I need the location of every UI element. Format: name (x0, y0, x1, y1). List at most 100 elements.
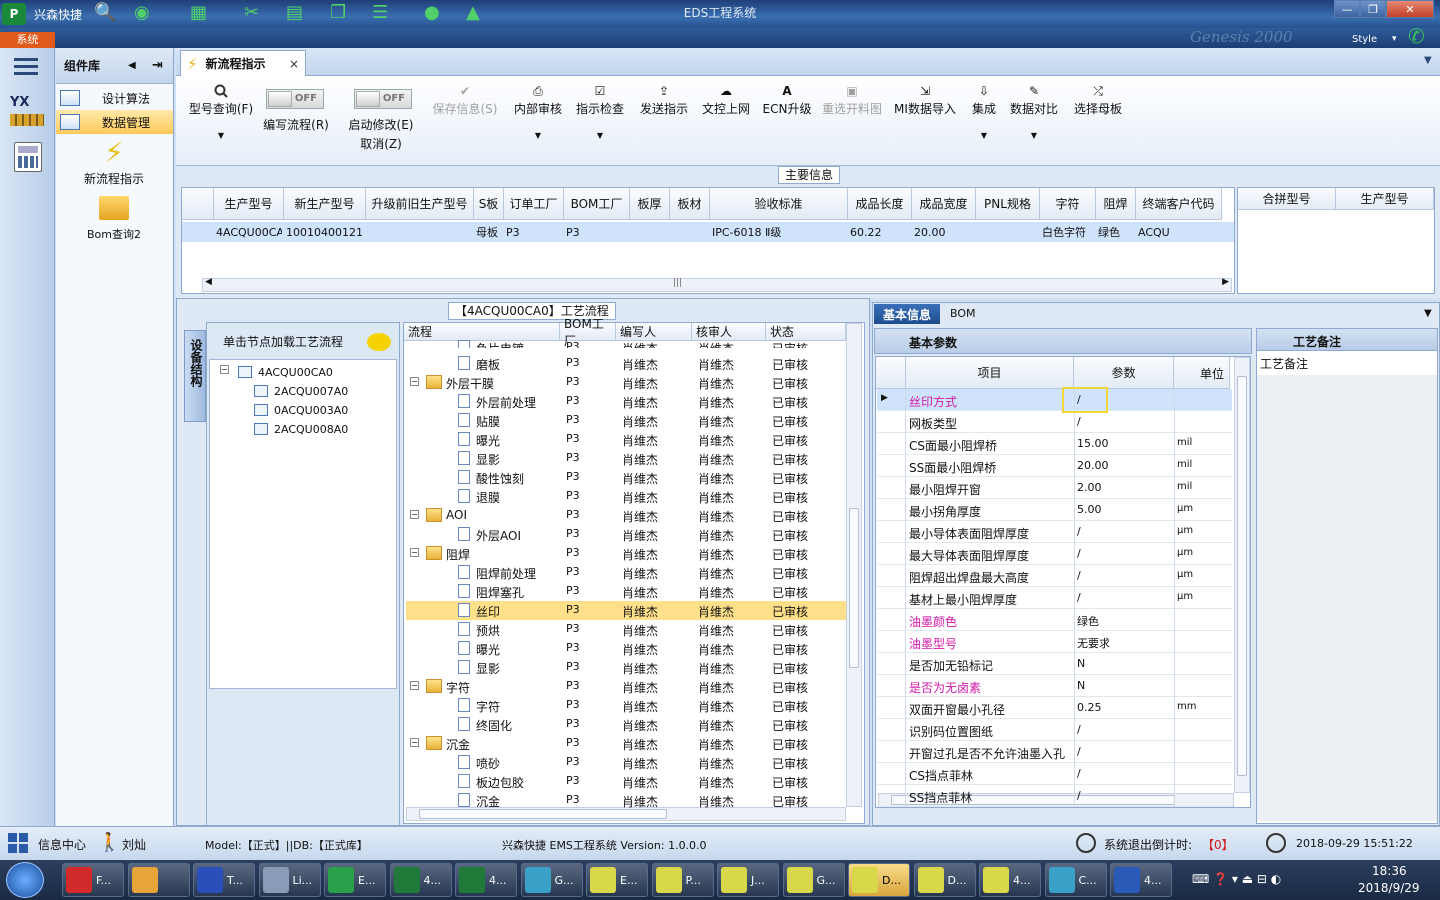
unit-column-header[interactable]: 单位 (1174, 357, 1230, 389)
process-row[interactable]: 终固化 P3 肖维杰 肖维杰 已审核 (406, 715, 846, 734)
param-row[interactable]: SS面最小阻焊桥 20.00 mil (877, 455, 1232, 477)
process-row[interactable]: 丝印 P3 肖维杰 肖维杰 已审核 (406, 601, 846, 620)
grid-cell[interactable]: 白色字符 (1042, 222, 1094, 242)
process-row[interactable]: 显影 P3 肖维杰 肖维杰 已审核 (406, 449, 846, 468)
param-value[interactable]: 无要求 (1077, 635, 1110, 651)
grid-cell[interactable] (632, 222, 668, 242)
tree-node[interactable]: 4ACQU00CA0 − (220, 363, 333, 381)
vertical-scrollbar[interactable] (846, 323, 862, 807)
process-row[interactable]: 阻焊前处理 P3 肖维杰 肖维杰 已审核 (406, 563, 846, 582)
process-row[interactable]: 酸性蚀刻 P3 肖维杰 肖维杰 已审核 (406, 468, 846, 487)
collapse-icon[interactable]: − (220, 365, 229, 374)
param-row[interactable]: 最小拐角厚度 5.00 μm (877, 499, 1232, 521)
param-value[interactable]: 2.00 (1077, 481, 1102, 494)
taskbar-app[interactable]: E... (586, 863, 648, 897)
grid-cell[interactable]: P3 (566, 222, 628, 242)
grid-cell[interactable]: 20.00 (914, 222, 974, 242)
column-header[interactable]: 阻焊 (1096, 188, 1136, 220)
process-row[interactable]: 磨板 P3 肖维杰 肖维杰 已审核 (406, 354, 846, 373)
tab-new-process[interactable]: ⚡ 新流程指示 × (180, 50, 306, 76)
pin-panel-icon[interactable]: ⇥ (152, 58, 163, 73)
grid-cell[interactable] (672, 222, 708, 242)
column-header[interactable]: 新生产型号 (284, 188, 366, 220)
instruction-check-button[interactable]: ☑ 指示检查 ▼ (574, 82, 626, 140)
param-value[interactable]: N (1077, 657, 1085, 670)
close-tab-icon[interactable]: × (289, 57, 299, 71)
taskbar-app[interactable]: D... (913, 863, 976, 897)
param-row[interactable]: SS挡点菲林 / (877, 785, 1232, 807)
param-value[interactable]: / (1077, 723, 1081, 736)
process-row[interactable]: − 字符 P3 肖维杰 肖维杰 已审核 (406, 677, 846, 696)
internal-review-button[interactable]: ⎙ 内部审核 ▼ (510, 82, 566, 141)
param-row[interactable]: CS挡点菲林 / (877, 763, 1232, 785)
tab-bom[interactable]: BOM (950, 307, 976, 320)
restore-button[interactable]: ❐ (1360, 0, 1386, 18)
param-value[interactable]: / (1077, 569, 1081, 582)
param-row[interactable]: 是否为无卤素 N (877, 675, 1232, 697)
taskbar-app[interactable]: P... (651, 863, 714, 897)
send-instruction-button[interactable]: ⇪ 发送指示 (636, 82, 692, 117)
column-header[interactable]: 板材 (670, 188, 710, 220)
params-dropdown-icon[interactable]: ▼ (1424, 308, 1432, 319)
process-row[interactable]: 外层AOI P3 肖维杰 肖维杰 已审核 (406, 525, 846, 544)
param-value[interactable]: 5.00 (1077, 503, 1102, 516)
taskbar-app[interactable]: G... (782, 863, 845, 897)
param-row[interactable]: 识别码位置图纸 / (877, 719, 1232, 741)
process-row[interactable]: 退膜 P3 肖维杰 肖维杰 已审核 (406, 487, 846, 506)
column-header[interactable]: 终端客户代码 (1136, 188, 1222, 220)
column-header[interactable]: 字符 (1040, 188, 1096, 220)
taskbar-app[interactable]: G... (520, 863, 583, 897)
taskbar-app[interactable]: C... (1044, 863, 1107, 897)
param-value[interactable]: 15.00 (1077, 437, 1109, 450)
process-row[interactable]: 板边包胶 P3 肖维杰 肖维杰 已审核 (406, 772, 846, 791)
param-row[interactable]: 双面开窗最小孔径 0.25 mm (877, 697, 1232, 719)
item-column-header[interactable]: 项目 (906, 357, 1074, 389)
tree-node[interactable]: 2ACQU007A0 (254, 382, 348, 400)
taskbar-app[interactable]: T... (193, 863, 255, 897)
param-row[interactable]: 最小导体表面阻焊厚度 / μm (877, 521, 1232, 543)
param-row[interactable]: 开窗过孔是否不允许油墨入孔 / (877, 741, 1232, 763)
column-header[interactable]: S板 (474, 188, 504, 220)
collapse-left-icon[interactable]: ◀ (128, 60, 136, 71)
mi-data-import-button[interactable]: ⇲ MI数据导入 (892, 82, 958, 117)
select-mother-board-button[interactable]: ⤮ 选择母板 (1070, 82, 1126, 117)
grid-cell[interactable]: IPC-6018 Ⅱ级 (712, 222, 846, 242)
param-row[interactable]: 基材上最小阻焊厚度 / μm (877, 587, 1232, 609)
data-compare-button[interactable]: ✎ 数据对比 ▼ (1008, 82, 1060, 140)
column-header[interactable]: 生产型号 (214, 188, 284, 220)
grid-cell[interactable] (368, 222, 472, 242)
calculator-icon[interactable] (14, 142, 42, 172)
column-header[interactable]: 升级前旧生产型号 (366, 188, 474, 220)
param-row[interactable]: 阻焊超出焊盘最大高度 / μm (877, 565, 1232, 587)
process-row[interactable]: 外层前处理 P3 肖维杰 肖维杰 已审核 (406, 392, 846, 411)
process-row[interactable]: 预烘 P3 肖维杰 肖维杰 已审核 (406, 620, 846, 639)
process-row[interactable]: 沉金 P3 肖维杰 肖维杰 已审核 (406, 791, 846, 810)
process-row[interactable]: 曝光 P3 肖维杰 肖维杰 已审核 (406, 639, 846, 658)
column-header[interactable]: 订单工厂 (504, 188, 564, 220)
value-column-header[interactable]: 参数 (1074, 357, 1174, 389)
param-value[interactable]: / (1077, 415, 1081, 428)
system-tab[interactable]: 系统 (0, 32, 55, 48)
process-row[interactable]: 喷砂 P3 肖维杰 肖维杰 已审核 (406, 753, 846, 772)
param-row[interactable]: 网板类型 / (877, 411, 1232, 433)
tab-basic-info[interactable]: 基本信息 (874, 304, 940, 324)
model-query-button[interactable]: 型号查询(F) ▼ (184, 82, 258, 140)
process-row[interactable]: 曝光 P3 肖维杰 肖维杰 已审核 (406, 430, 846, 449)
taskbar-app[interactable]: E... (324, 863, 386, 897)
param-value[interactable]: 绿色 (1077, 613, 1099, 629)
column-header[interactable]: 板厚 (630, 188, 670, 220)
param-value[interactable]: / (1077, 789, 1081, 802)
vertical-scrollbar[interactable] (1234, 357, 1250, 793)
style-menu[interactable]: Style (1352, 34, 1377, 45)
process-row[interactable]: 显影 P3 肖维杰 肖维杰 已审核 (406, 658, 846, 677)
style-dropdown-icon[interactable]: ▾ (1392, 34, 1397, 44)
process-row[interactable]: − AOI P3 肖维杰 肖维杰 已审核 (406, 506, 846, 525)
column-header[interactable]: 成品宽度 (912, 188, 976, 220)
collapse-icon[interactable]: − (410, 510, 419, 519)
nav-item-data-management[interactable]: 数据管理 (56, 110, 173, 134)
shortcut-new-process[interactable]: ⚡ 新流程指示 (56, 136, 172, 187)
tray-icons[interactable]: ⌨ ❓ ▾ ⏏ ⊟ ◐ (1192, 872, 1281, 886)
grid-cell[interactable]: 60.22 (850, 222, 910, 242)
taskbar-app[interactable]: 4... (455, 863, 517, 897)
process-row[interactable]: − 阻焊 P3 肖维杰 肖维杰 已审核 (406, 544, 846, 563)
